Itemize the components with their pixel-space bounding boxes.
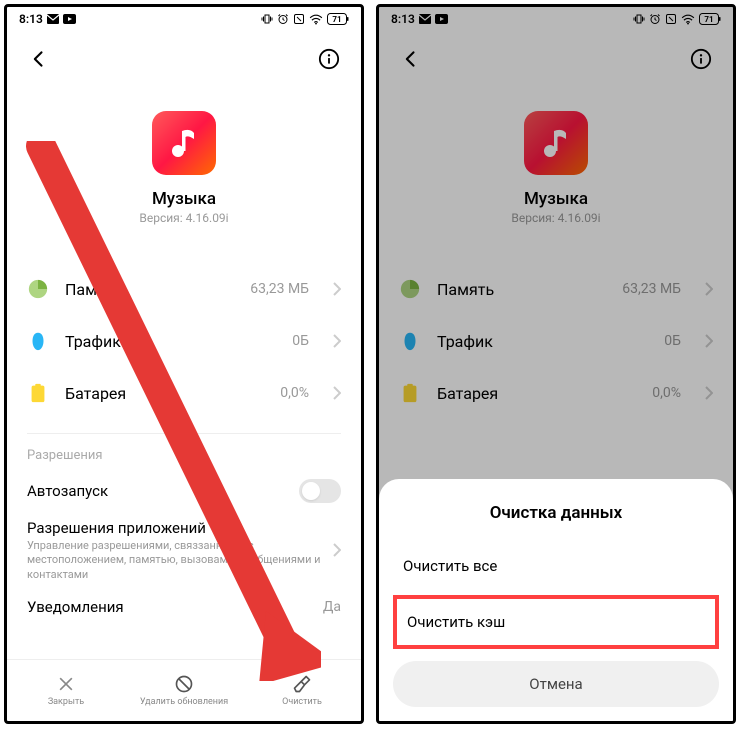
battery-label: Батарея xyxy=(65,384,264,403)
app-info-section: Музыка Версия: 4.16.09i xyxy=(7,87,361,249)
battery-usage-icon xyxy=(27,382,49,404)
close-icon xyxy=(56,674,76,694)
clear-all-option[interactable]: Очистить все xyxy=(393,541,719,591)
stats-list: Память 63,23 МБ Трафик 0Б Батарея 0,0% xyxy=(7,249,361,419)
traffic-label: Трафик xyxy=(65,332,276,351)
chevron-right-icon xyxy=(333,334,341,348)
notifications-row[interactable]: Уведомления Да xyxy=(7,590,361,624)
notifications-value: Да xyxy=(323,599,341,615)
autostart-toggle[interactable] xyxy=(299,479,341,503)
notifications-label: Уведомления xyxy=(27,598,323,616)
header xyxy=(7,31,361,87)
chevron-right-icon xyxy=(333,386,341,400)
battery-icon: 71 xyxy=(327,13,349,25)
memory-icon xyxy=(27,278,49,300)
info-button[interactable] xyxy=(315,45,343,73)
clear-label: Очистить xyxy=(282,697,322,707)
memory-row[interactable]: Память 63,23 МБ xyxy=(27,263,341,315)
traffic-row[interactable]: Трафик 0Б xyxy=(27,315,341,367)
memory-label: Память xyxy=(65,280,234,299)
status-bar: 8:13 71 xyxy=(7,7,361,31)
app-name: Музыка xyxy=(152,189,216,209)
permissions-section-title: Разрешения xyxy=(7,448,361,471)
close-action[interactable]: Закрыть xyxy=(7,660,125,721)
close-label: Закрыть xyxy=(48,697,84,707)
phone-right-clear-data-sheet: 8:13 71 Музыка Версия: 4.16.09 xyxy=(376,4,736,724)
app-permissions-title: Разрешения приложений xyxy=(27,519,325,537)
uninstall-updates-action[interactable]: Удалить обновления xyxy=(125,660,243,721)
sheet-title: Очистка данных xyxy=(393,493,719,541)
clear-action[interactable]: Очистить xyxy=(243,660,361,721)
alarm-icon xyxy=(277,13,289,25)
vibrate-icon xyxy=(261,13,273,25)
traffic-value: 0Б xyxy=(292,333,309,349)
memory-value: 63,23 МБ xyxy=(250,281,309,297)
dnd-icon xyxy=(293,13,305,25)
clear-data-sheet: Очистка данных Очистить все Очистить кэш… xyxy=(379,479,733,721)
divider xyxy=(27,433,341,434)
app-permissions-row[interactable]: Разрешения приложений Управление разреше… xyxy=(7,511,361,590)
prohibit-icon xyxy=(174,674,194,694)
autostart-label: Автозапуск xyxy=(27,482,299,500)
app-permissions-subtitle: Управление разрешениями, связзанными с м… xyxy=(27,539,325,582)
eraser-icon xyxy=(292,674,312,694)
wifi-icon xyxy=(309,13,323,25)
status-time: 8:13 xyxy=(19,12,43,26)
phone-left-app-details: 8:13 71 Музыка Версия: 4.16.09 xyxy=(4,4,364,724)
app-icon xyxy=(152,111,216,175)
youtube-icon xyxy=(63,14,76,24)
autostart-row[interactable]: Автозапуск xyxy=(7,471,361,511)
battery-row[interactable]: Батарея 0,0% xyxy=(27,367,341,419)
traffic-icon xyxy=(27,330,49,352)
app-version: Версия: 4.16.09i xyxy=(139,211,228,225)
svg-text:71: 71 xyxy=(332,15,341,24)
chevron-right-icon xyxy=(333,543,341,557)
cancel-button[interactable]: Отмена xyxy=(393,661,719,707)
battery-value: 0,0% xyxy=(280,385,309,401)
chevron-right-icon xyxy=(333,282,341,296)
gmail-icon xyxy=(47,14,59,24)
clear-cache-option[interactable]: Очистить кэш xyxy=(393,595,719,649)
uninstall-updates-label: Удалить обновления xyxy=(140,697,228,707)
back-button[interactable] xyxy=(25,45,53,73)
bottom-action-bar: Закрыть Удалить обновления Очистить xyxy=(7,659,361,721)
